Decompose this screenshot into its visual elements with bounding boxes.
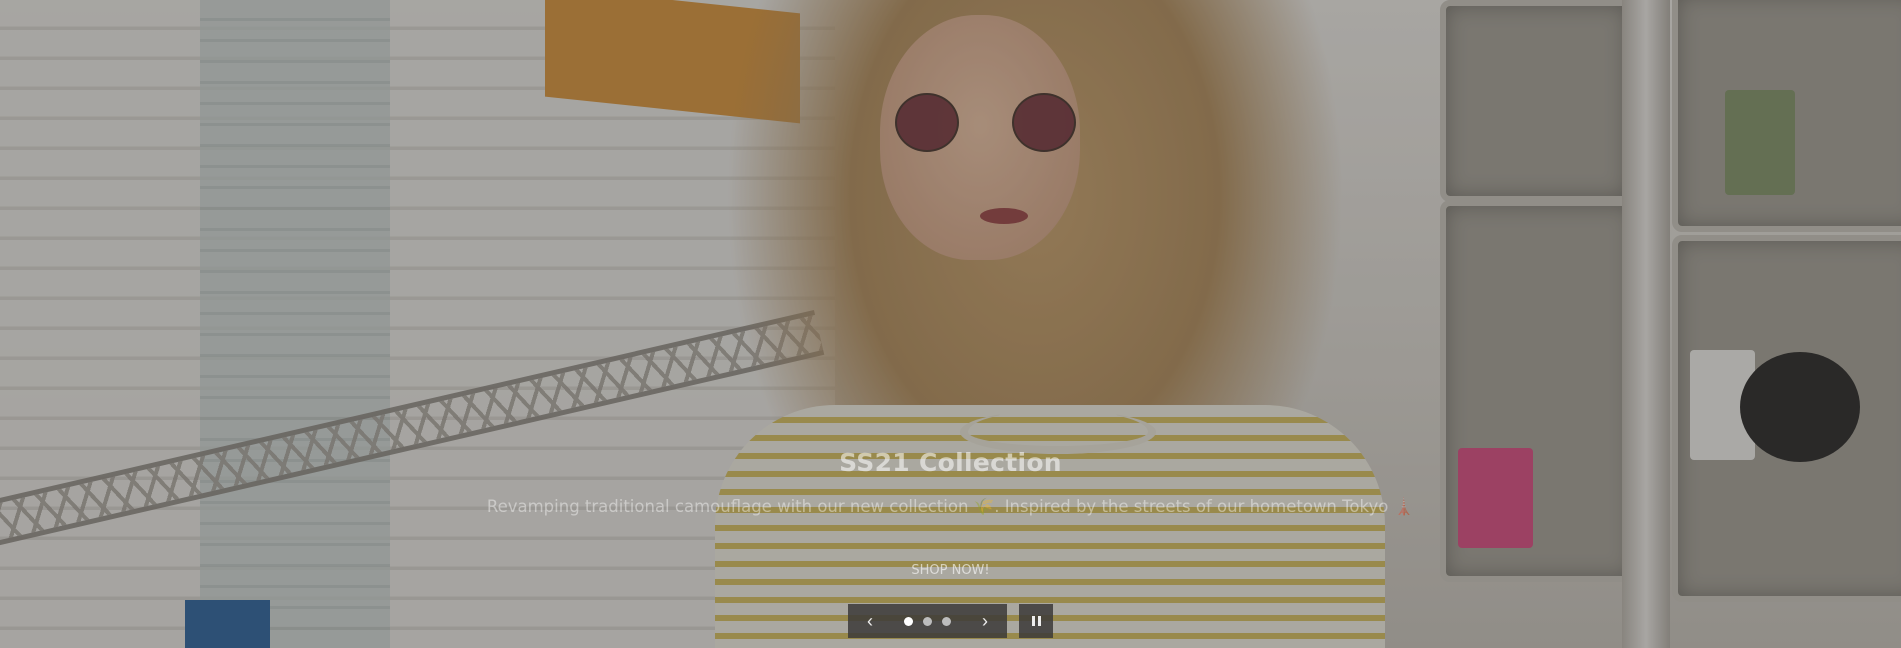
- slide-caption: SS21 Collection Revamping traditional ca…: [0, 448, 1901, 582]
- slideshow-controls: ‹ ›: [848, 604, 1053, 638]
- shop-now-button[interactable]: SHOP NOW!: [899, 559, 1001, 582]
- slide-dot-2[interactable]: [923, 616, 932, 626]
- pause-icon: [1031, 616, 1035, 626]
- slide-dot-3[interactable]: [942, 616, 951, 626]
- hero-slideshow: SS21 Collection Revamping traditional ca…: [0, 0, 1901, 648]
- chevron-left-icon[interactable]: ‹: [862, 612, 878, 630]
- pause-button[interactable]: [1019, 604, 1053, 638]
- pause-icon: [1037, 616, 1041, 626]
- slide-title: SS21 Collection: [839, 448, 1062, 477]
- slide-subtitle: Revamping traditional camouflage with ou…: [486, 497, 1415, 516]
- chevron-right-icon[interactable]: ›: [977, 612, 993, 630]
- slide-navigation: ‹ ›: [848, 604, 1007, 638]
- slide-dot-1[interactable]: [904, 616, 913, 626]
- slide-dots: [904, 616, 951, 626]
